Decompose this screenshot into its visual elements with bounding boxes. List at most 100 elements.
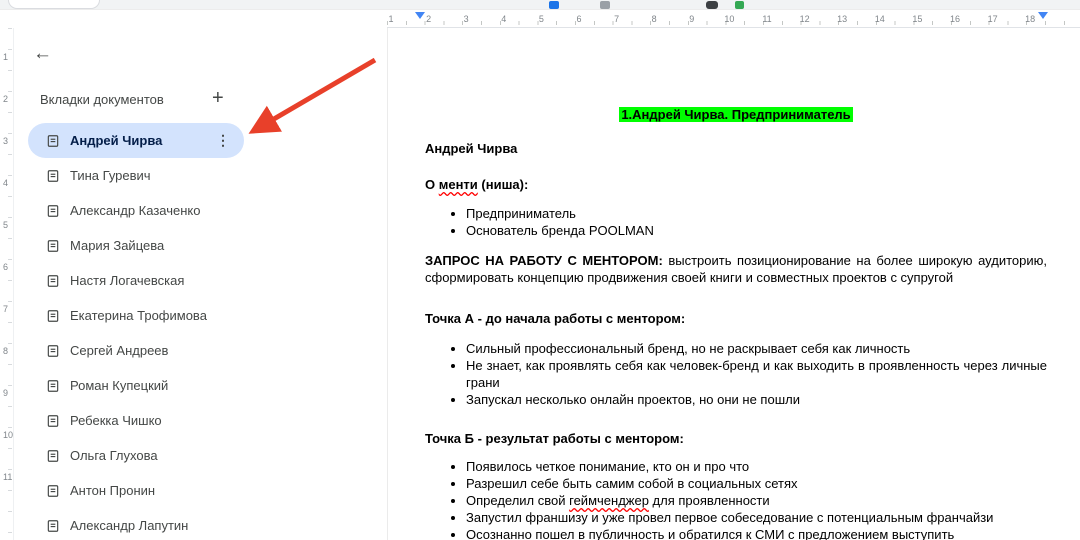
bullet-item: Запускал несколько онлайн проектов, но о… [466,391,1047,408]
ruler-number: 6 [576,14,582,24]
sidebar-item-label: Ребекка Чишко [70,413,162,428]
sidebar-item-label: Тина Гуревич [70,168,151,183]
ruler-number: 10 [724,14,735,24]
ruler-number: 4 [501,14,507,24]
kebab-menu-icon[interactable]: ⋮ [216,132,244,149]
misspelled-word: геймченджер [569,493,649,508]
sidebar-item[interactable]: Роман Купецкий [28,368,244,403]
ruler-number: 9 [689,14,695,24]
document-tab-icon [46,309,60,323]
document-tab-icon [46,519,60,533]
ruler-number: 2 [426,14,432,24]
back-button[interactable]: ← [33,44,52,64]
document-title: 1.Андрей Чирва. Предприниматель [425,106,1047,123]
ruler-number: 8 [3,346,9,356]
document-tab-icon [46,414,60,428]
ruler-number: 5 [538,14,544,24]
ruler-number: 1 [388,14,394,24]
top-toolbar-strip [0,0,1080,10]
document-tab-icon [46,274,60,288]
sidebar-item-label: Ольга Глухова [70,448,158,463]
sidebar-item[interactable]: Ольга Глухова [28,438,244,473]
sidebar-item-label: Роман Купецкий [70,378,169,393]
sidebar-item[interactable]: Андрей Чирва ⋮ [28,123,244,158]
sidebar-item[interactable]: Антон Пронин [28,473,244,508]
point-b-label: Точка Б - результат работы с ментором: [425,431,684,446]
sidebar-item-label: Антон Пронин [70,483,156,498]
ruler-number: 9 [3,388,9,398]
sidebar-item-label: Мария Зайцева [70,238,165,253]
document-tab-icon [46,344,60,358]
document-tab-icon [46,134,60,148]
sidebar-title: Вкладки документов [40,92,164,107]
left-indent-marker[interactable] [415,12,425,19]
bullet-item: Появилось четкое понимание, кто он и про… [466,458,1047,475]
sidebar-item[interactable]: Александр Казаченко [28,193,244,228]
annotation-arrow [248,57,377,134]
sidebar-item[interactable]: Екатерина Трофимова [28,298,244,333]
ruler-number: 12 [799,14,810,24]
sidebar-item[interactable]: Мария Зайцева [28,228,244,263]
niche-list: ПредпринимательОснователь бренда POOLMAN [425,205,1047,239]
document-tab-icon [46,169,60,183]
ruler-number: 7 [614,14,620,24]
ruler-number: 7 [3,304,9,314]
sidebar-item[interactable]: Ребекка Чишко [28,403,244,438]
ruler-number: 1 [3,52,9,62]
ruler-number: 13 [837,14,848,24]
bullet-item: Не знает, как проявлять себя как человек… [466,357,1047,391]
toolbar-icon-blue[interactable] [549,1,559,9]
bullet-item: Предприниматель [466,205,1047,222]
document-tab-icon [46,449,60,463]
document-tab-icon [46,204,60,218]
bullet-item: Разрешил себе быть самим собой в социаль… [466,475,1047,492]
ruler-number: 18 [1025,14,1036,24]
ruler-number: 8 [651,14,657,24]
niche-label: О менти (ниша): [425,177,529,192]
document-page[interactable]: 1.Андрей Чирва. Предприниматель Андрей Ч… [387,28,1080,540]
toolbar-icon-green[interactable] [735,1,744,9]
person-name: Андрей Чирва [425,141,518,156]
sidebar-item[interactable]: Сергей Андреев [28,333,244,368]
ruler-number: 11 [3,472,13,482]
sidebar-item-label: Александр Казаченко [70,203,201,218]
bullet-item: Осознанно пошел в публичность и обратилс… [466,526,1047,540]
add-tab-button[interactable]: + [212,87,224,110]
point-a-label: Точка А - до начала работы с ментором: [425,311,686,326]
sidebar-item-label: Андрей Чирва [70,133,163,148]
document-tabs-list: Андрей Чирва ⋮ Тина Гуревич Александр Казач… [28,123,244,540]
document-content: 1.Андрей Чирва. Предприниматель Андрей Ч… [388,28,1048,540]
sidebar-header: Вкладки документов + [40,87,240,109]
sidebar-item[interactable]: Александр Лапутин [28,508,244,540]
ruler-number: 17 [987,14,998,24]
document-tab-icon [46,239,60,253]
sidebar-item[interactable]: Настя Логачевская [28,263,244,298]
sidebar-item-label: Екатерина Трофимова [70,308,207,323]
bullet-item: Основатель бренда POOLMAN [466,222,1047,239]
bullet-item: Сильный профессиональный бренд, но не ра… [466,340,1047,357]
toolbar-icon-gray[interactable] [600,1,610,9]
point-b-list: Появилось четкое понимание, кто он и про… [425,458,1047,540]
sidebar-item-label: Настя Логачевская [70,273,185,288]
document-tab-icon [46,379,60,393]
bullet-item: Определил свой геймченджер для проявленн… [466,492,1047,509]
ruler-number: 3 [3,136,9,146]
ruler-number: 2 [3,94,9,104]
misspelled-word: менти [438,177,478,192]
highlighted-title: 1.Андрей Чирва. Предприниматель [619,107,853,122]
document-tab-icon [46,484,60,498]
horizontal-ruler: 1 2 3 4 5 6 7 8 9 10 11 12 13 14 15 16 17 18 [387,12,1080,28]
sidebar-item-label: Сергей Андреев [70,343,169,358]
sidebar-item[interactable]: Тина Гуревич [28,158,244,193]
ruler-number: 6 [3,262,9,272]
sidebar-item-label: Александр Лапутин [70,518,189,533]
ruler-number: 3 [463,14,469,24]
bullet-item: Запустил франшизу и уже провел первое со… [466,509,1047,526]
right-indent-marker[interactable] [1038,12,1048,19]
ruler-number: 10 [3,430,14,440]
point-a-list: Сильный профессиональный бренд, но не ра… [425,340,1047,408]
ruler-number: 11 [762,14,772,24]
ruler-number: 4 [3,178,9,188]
vertical-ruler: 1 2 3 4 5 6 7 8 9 10 11 [0,28,14,540]
toolbar-icon-dark[interactable] [706,1,718,9]
